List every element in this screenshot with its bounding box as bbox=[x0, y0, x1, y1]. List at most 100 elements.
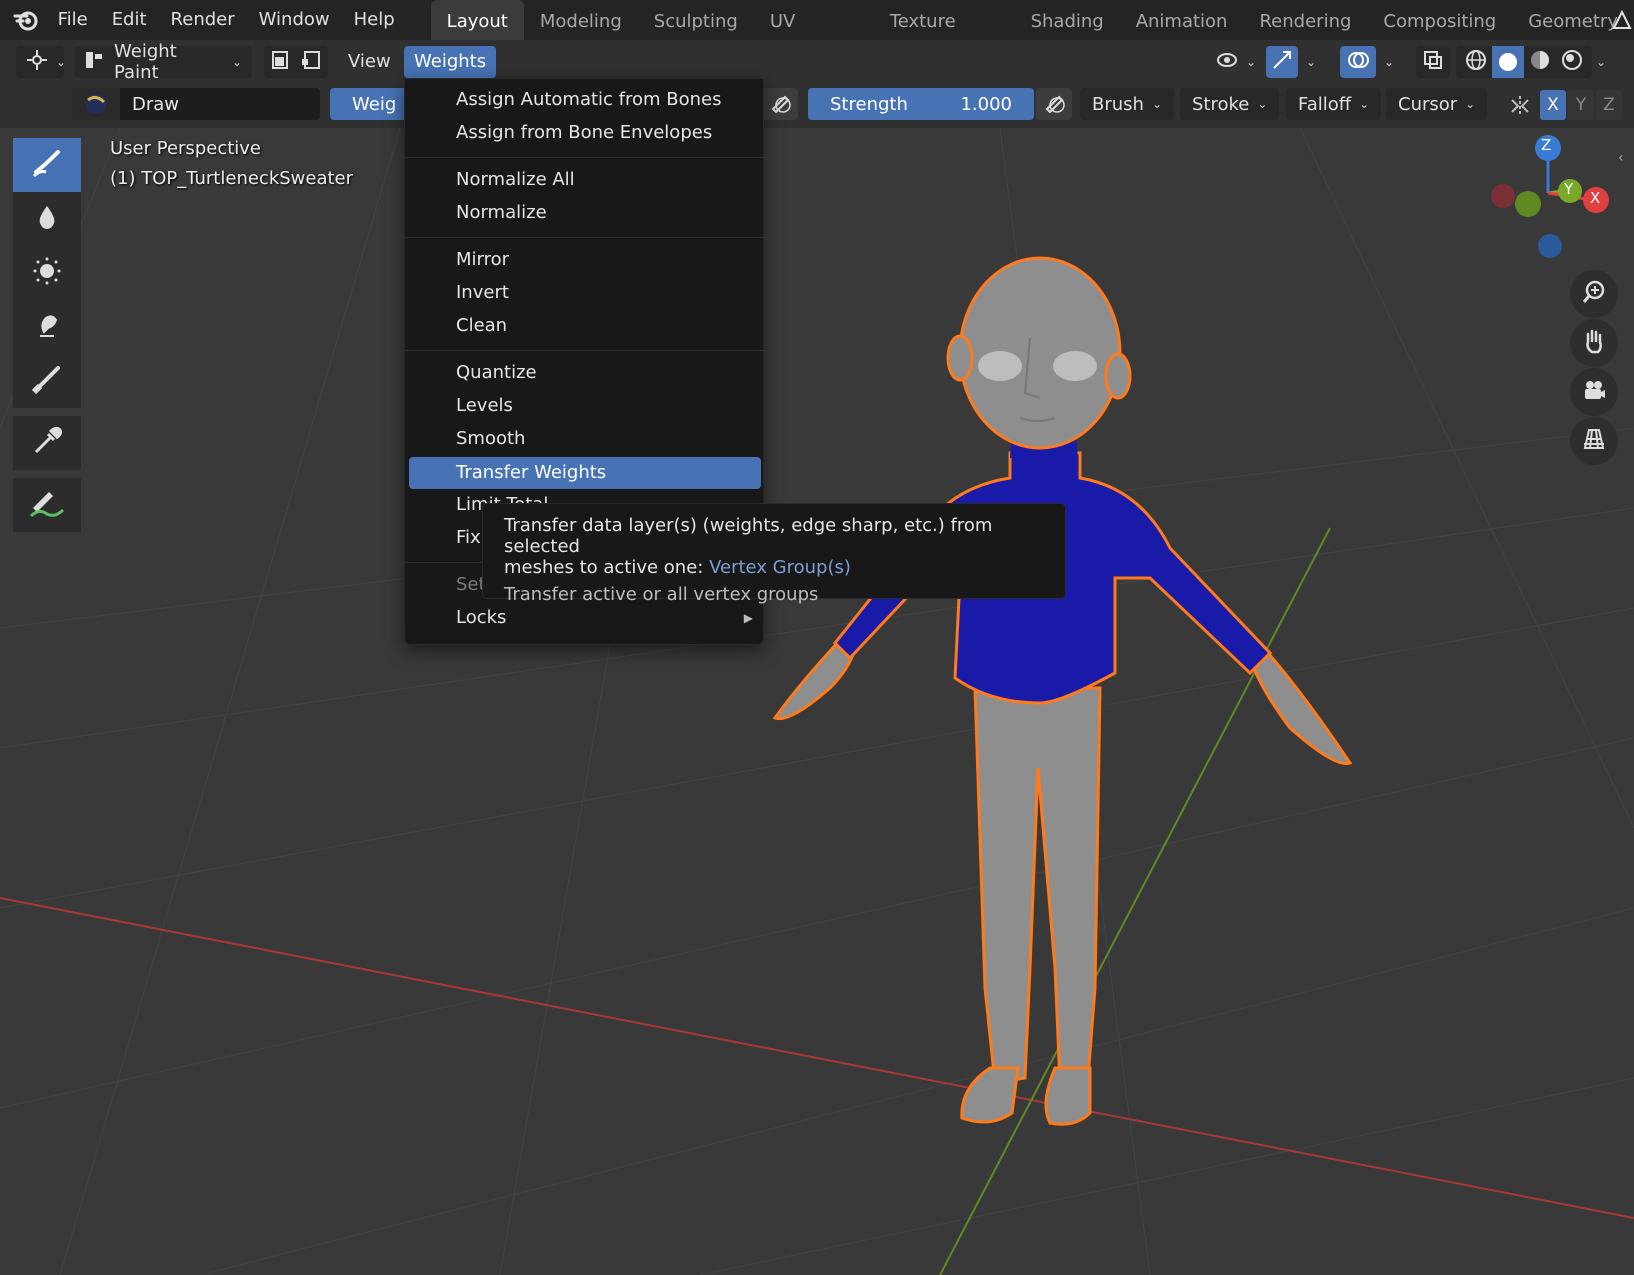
hand-icon bbox=[1581, 328, 1607, 359]
tool-settings-bar: Draw Weig Strength 1.000 Brush ⌄ Stroke … bbox=[0, 82, 1634, 128]
pen-pressure-icon bbox=[1043, 91, 1065, 118]
menu-item-levels[interactable]: Levels bbox=[405, 390, 765, 422]
menu-item-transfer-weights[interactable]: Transfer Weights bbox=[409, 457, 761, 489]
scene-icon[interactable] bbox=[1610, 8, 1634, 32]
weight-slider[interactable]: Weig bbox=[330, 88, 410, 120]
weight-label: Weig bbox=[352, 93, 397, 115]
symmetry-x-toggle[interactable]: X bbox=[1540, 90, 1566, 120]
vertex-mask-icon[interactable] bbox=[300, 49, 322, 76]
tool-sample-weight[interactable] bbox=[13, 416, 81, 470]
shading-dropdown[interactable]: ⌄ bbox=[1590, 46, 1620, 78]
menu-item-smooth[interactable]: Smooth bbox=[405, 423, 765, 455]
menu-edit[interactable]: Edit bbox=[100, 0, 159, 40]
brush-dropdown[interactable]: Brush ⌄ bbox=[1080, 88, 1175, 120]
menu-file[interactable]: File bbox=[46, 0, 100, 40]
shading-modes bbox=[1456, 46, 1592, 78]
menu-item-clean[interactable]: Clean bbox=[405, 310, 765, 342]
solid-shading-icon[interactable] bbox=[1492, 46, 1524, 78]
menu-item-normalize[interactable]: Normalize bbox=[405, 197, 765, 229]
tool-gradient[interactable] bbox=[13, 354, 81, 408]
gizmo-dropdown[interactable]: ⌄ bbox=[1300, 46, 1328, 78]
blender-logo-icon[interactable] bbox=[6, 0, 46, 40]
tab-rendering[interactable]: Rendering bbox=[1243, 0, 1367, 40]
eyedropper-icon bbox=[30, 424, 64, 463]
menu-item-mirror[interactable]: Mirror bbox=[405, 244, 765, 276]
tab-uv-editing[interactable]: UV Editing bbox=[754, 0, 874, 76]
tool-blur[interactable] bbox=[13, 192, 81, 246]
zoom-button[interactable] bbox=[1570, 270, 1618, 318]
menu-help[interactable]: Help bbox=[342, 0, 407, 40]
workspace-tabs: Layout Modeling Sculpting UV Editing Tex… bbox=[430, 0, 1634, 76]
tool-annotate[interactable] bbox=[13, 478, 81, 532]
tool-average[interactable] bbox=[13, 246, 81, 300]
chevron-down-icon: ⌄ bbox=[1151, 97, 1163, 111]
3d-viewport[interactable]: Z Y X bbox=[0, 128, 1634, 1275]
weight-pressure-toggle[interactable] bbox=[762, 88, 798, 120]
strength-slider[interactable]: Strength 1.000 bbox=[808, 88, 1034, 120]
gizmo-toggle[interactable] bbox=[1266, 46, 1298, 78]
menu-separator bbox=[405, 157, 765, 158]
brush-thumbnail-icon bbox=[72, 88, 120, 120]
mask-toggle-group[interactable] bbox=[264, 46, 328, 78]
stroke-dropdown[interactable]: Stroke ⌄ bbox=[1180, 88, 1280, 120]
view-menu[interactable]: View bbox=[338, 46, 401, 78]
pan-button[interactable] bbox=[1570, 319, 1618, 367]
ortho-toggle-button[interactable] bbox=[1570, 417, 1618, 465]
tool-draw[interactable] bbox=[13, 138, 81, 192]
xray-toggle[interactable] bbox=[1416, 46, 1450, 78]
chevron-down-icon: ⌄ bbox=[1257, 97, 1268, 111]
tab-texture-paint[interactable]: Texture Paint bbox=[874, 0, 1015, 76]
rendered-shading-icon[interactable] bbox=[1556, 49, 1588, 76]
menu-render[interactable]: Render bbox=[159, 0, 247, 40]
visibility-selector[interactable]: ⌄ bbox=[1206, 46, 1256, 78]
material-shading-icon[interactable] bbox=[1524, 49, 1556, 76]
gizmo-icon bbox=[1271, 49, 1293, 76]
gizmo-x-label: X bbox=[1590, 189, 1601, 207]
menu-item-assign-automatic[interactable]: Assign Automatic from Bones bbox=[405, 84, 765, 116]
menu-item-assign-envelopes[interactable]: Assign from Bone Envelopes bbox=[405, 117, 765, 149]
face-mask-icon[interactable] bbox=[270, 49, 292, 76]
chevron-down-icon: ⌄ bbox=[1359, 97, 1370, 111]
tab-shading[interactable]: Shading bbox=[1015, 0, 1120, 40]
tool-smear[interactable] bbox=[13, 300, 81, 354]
mode-selector[interactable]: Weight Paint ⌄ bbox=[74, 41, 252, 83]
brush-dropdown-label: Brush bbox=[1092, 93, 1144, 115]
tooltip-description-line1: Transfer data layer(s) (weights, edge sh… bbox=[504, 515, 993, 557]
perspective-label: User Perspective bbox=[110, 138, 261, 159]
brush-selector[interactable]: Draw bbox=[72, 88, 320, 120]
viewport-scene bbox=[0, 128, 1634, 1275]
weights-menu-button[interactable]: Weights bbox=[404, 46, 497, 78]
overlays-toggle[interactable] bbox=[1340, 46, 1376, 78]
gizmo-y-label: Y bbox=[1564, 180, 1574, 198]
camera-view-button[interactable] bbox=[1570, 368, 1618, 416]
wireframe-shading-icon[interactable] bbox=[1460, 49, 1492, 76]
symmetry-z-toggle[interactable]: Z bbox=[1596, 90, 1622, 120]
overlays-dropdown[interactable]: ⌄ bbox=[1378, 46, 1406, 78]
tab-modeling[interactable]: Modeling bbox=[524, 0, 638, 40]
menu-item-quantize[interactable]: Quantize bbox=[405, 357, 765, 389]
falloff-dropdown[interactable]: Falloff ⌄ bbox=[1286, 88, 1382, 120]
editor-type-button[interactable]: ⌄ bbox=[16, 46, 66, 78]
average-icon bbox=[32, 256, 62, 291]
mode-label: Weight Paint bbox=[114, 41, 177, 83]
camera-icon bbox=[1581, 377, 1607, 408]
menu-separator bbox=[405, 237, 765, 238]
chevron-down-icon: ⌄ bbox=[231, 55, 242, 69]
sidebar-toggle-icon[interactable]: ‹ bbox=[1618, 150, 1624, 166]
tab-layout[interactable]: Layout bbox=[430, 0, 524, 40]
tab-compositing[interactable]: Compositing bbox=[1367, 0, 1512, 40]
menu-window[interactable]: Window bbox=[247, 0, 342, 40]
smear-icon bbox=[32, 310, 62, 345]
stroke-dropdown-label: Stroke bbox=[1192, 93, 1250, 115]
cursor-dropdown[interactable]: Cursor ⌄ bbox=[1386, 88, 1488, 120]
menu-item-invert[interactable]: Invert bbox=[405, 277, 765, 309]
x-axis-line bbox=[0, 897, 1634, 1219]
strength-pressure-toggle[interactable] bbox=[1036, 88, 1072, 120]
tab-sculpting[interactable]: Sculpting bbox=[638, 0, 754, 40]
symmetry-y-toggle[interactable]: Y bbox=[1568, 90, 1594, 120]
menu-item-locks[interactable]: Locks ▶ bbox=[405, 602, 765, 634]
character-model[interactable] bbox=[772, 256, 1353, 1126]
tab-animation[interactable]: Animation bbox=[1120, 0, 1244, 40]
menu-item-normalize-all[interactable]: Normalize All bbox=[405, 164, 765, 196]
symmetry-icon[interactable] bbox=[1508, 94, 1532, 123]
